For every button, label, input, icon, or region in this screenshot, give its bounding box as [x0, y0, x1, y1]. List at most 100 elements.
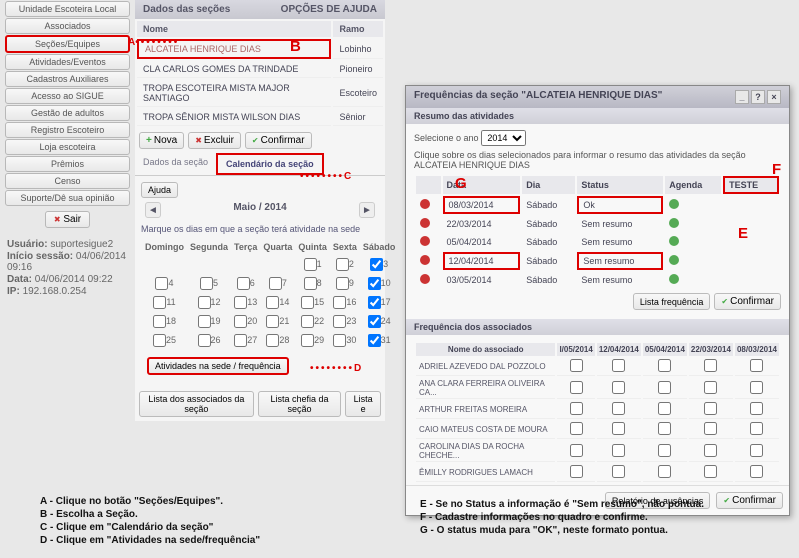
- freq-col[interactable]: 12/04/2014: [597, 343, 641, 356]
- attendance-checkbox[interactable]: [750, 402, 763, 415]
- calendar-day-checkbox[interactable]: [198, 334, 211, 347]
- freq-row[interactable]: CAIO MATEUS COSTA DE MOURA: [416, 421, 779, 439]
- calendar-day-checkbox[interactable]: [266, 334, 279, 347]
- freq-col[interactable]: 08/03/2014: [735, 343, 779, 356]
- freq-col[interactable]: 22/03/2014: [689, 343, 733, 356]
- help-button[interactable]: ?: [751, 90, 765, 104]
- table-row[interactable]: TROPA ESCOTEIRA MISTA MAJOR SANTIAGOEsco…: [137, 80, 383, 107]
- nav-associados[interactable]: Associados: [5, 18, 130, 34]
- calendar-day-checkbox[interactable]: [237, 277, 250, 290]
- nav-cadastros[interactable]: Cadastros Auxiliares: [5, 71, 130, 87]
- attendance-checkbox[interactable]: [750, 381, 763, 394]
- attendance-checkbox[interactable]: [658, 422, 671, 435]
- excluir-button[interactable]: Excluir: [188, 132, 241, 149]
- activity-row[interactable]: 22/03/2014SábadoSem resumo: [416, 216, 779, 232]
- calendar-day-checkbox[interactable]: [153, 334, 166, 347]
- lista-chefia-button[interactable]: Lista chefia da seção: [258, 391, 341, 417]
- calendar-day-checkbox[interactable]: [368, 334, 381, 347]
- confirmar-footer-button[interactable]: Confirmar: [716, 492, 783, 509]
- nav-suporte[interactable]: Suporte/Dê sua opinião: [5, 190, 130, 206]
- attendance-checkbox[interactable]: [750, 422, 763, 435]
- attendance-checkbox[interactable]: [612, 465, 625, 478]
- calendar-day-checkbox[interactable]: [200, 277, 213, 290]
- lista-frequencia-button[interactable]: Lista frequência: [633, 293, 711, 310]
- attendance-checkbox[interactable]: [612, 444, 625, 457]
- table-row[interactable]: TROPA SÊNIOR MISTA WILSON DIASSênior: [137, 109, 383, 126]
- calendar-day-checkbox[interactable]: [234, 315, 247, 328]
- nav-atividades[interactable]: Atividades/Eventos: [5, 54, 130, 70]
- table-row[interactable]: CLA CARLOS GOMES DA TRINDADEPioneiro: [137, 61, 383, 78]
- calendar-day-checkbox[interactable]: [333, 334, 346, 347]
- col-ramo[interactable]: Ramo: [333, 21, 383, 37]
- confirmar-dialog-button[interactable]: Confirmar: [714, 293, 781, 310]
- attendance-checkbox[interactable]: [704, 359, 717, 372]
- calendar-day-checkbox[interactable]: [153, 296, 166, 309]
- attendance-checkbox[interactable]: [570, 444, 583, 457]
- lista3-button[interactable]: Lista e: [345, 391, 381, 417]
- calendar-day-checkbox[interactable]: [368, 315, 381, 328]
- freq-col[interactable]: I/05/2014: [557, 343, 594, 356]
- attendance-checkbox[interactable]: [658, 444, 671, 457]
- nav-censo[interactable]: Censo: [5, 173, 130, 189]
- sair-button[interactable]: Sair: [45, 211, 90, 228]
- nav-loja[interactable]: Loja escoteira: [5, 139, 130, 155]
- calendar-day-checkbox[interactable]: [269, 277, 282, 290]
- attendance-checkbox[interactable]: [612, 359, 625, 372]
- calendar-day-checkbox[interactable]: [234, 334, 247, 347]
- attendance-checkbox[interactable]: [570, 422, 583, 435]
- attendance-checkbox[interactable]: [658, 381, 671, 394]
- attendance-checkbox[interactable]: [658, 359, 671, 372]
- freq-col[interactable]: 05/04/2014: [643, 343, 687, 356]
- freq-col[interactable]: Nome do associado: [416, 343, 555, 356]
- calendar-day-checkbox[interactable]: [266, 315, 279, 328]
- atividades-frequencia-button[interactable]: Atividades na sede / frequência: [147, 357, 289, 375]
- calendar-day-checkbox[interactable]: [336, 258, 349, 271]
- attendance-checkbox[interactable]: [750, 465, 763, 478]
- calendar-day-checkbox[interactable]: [333, 315, 346, 328]
- calendar-day-checkbox[interactable]: [234, 296, 247, 309]
- activity-row[interactable]: 12/04/2014SábadoSem resumo: [416, 252, 779, 270]
- tab-dados[interactable]: Dados da seção: [135, 153, 216, 175]
- freq-row[interactable]: ARTHUR FREITAS MOREIRA: [416, 401, 779, 419]
- nova-button[interactable]: Nova: [139, 132, 184, 149]
- freq-row[interactable]: ANA CLARA FERREIRA OLIVEIRA CA...: [416, 378, 779, 399]
- activity-row[interactable]: 08/03/2014SábadoOk: [416, 196, 779, 214]
- col-status[interactable]: Status: [577, 176, 663, 194]
- help-link[interactable]: OPÇÕES DE AJUDA: [281, 4, 377, 15]
- attendance-checkbox[interactable]: [570, 402, 583, 415]
- attendance-checkbox[interactable]: [704, 381, 717, 394]
- attendance-checkbox[interactable]: [704, 402, 717, 415]
- ajuda-button[interactable]: Ajuda: [141, 182, 178, 198]
- attendance-checkbox[interactable]: [612, 422, 625, 435]
- col-dia[interactable]: Dia: [522, 176, 575, 194]
- nav-unidade[interactable]: Unidade Escoteira Local: [5, 1, 130, 17]
- activity-row[interactable]: 03/05/2014SábadoSem resumo: [416, 272, 779, 288]
- lista-associados-button[interactable]: Lista dos associados da seção: [139, 391, 254, 417]
- attendance-checkbox[interactable]: [704, 444, 717, 457]
- col-teste[interactable]: TESTE: [723, 176, 779, 194]
- attendance-checkbox[interactable]: [704, 465, 717, 478]
- attendance-checkbox[interactable]: [612, 381, 625, 394]
- freq-row[interactable]: ÊMILLY RODRIGUES LAMACH: [416, 464, 779, 482]
- close-button[interactable]: ×: [767, 90, 781, 104]
- freq-row[interactable]: ADRIEL AZEVEDO DAL POZZOLO: [416, 358, 779, 376]
- calendar-day-checkbox[interactable]: [333, 296, 346, 309]
- confirmar-button[interactable]: Confirmar: [245, 132, 312, 149]
- calendar-day-checkbox[interactable]: [153, 315, 166, 328]
- calendar-day-checkbox[interactable]: [336, 277, 349, 290]
- calendar-day-checkbox[interactable]: [301, 296, 314, 309]
- nav-registro[interactable]: Registro Escoteiro: [5, 122, 130, 138]
- year-select[interactable]: 2014: [481, 130, 526, 146]
- col-agenda[interactable]: Agenda: [665, 176, 721, 194]
- prev-month-button[interactable]: ◄: [145, 202, 161, 218]
- attendance-checkbox[interactable]: [570, 465, 583, 478]
- calendar-day-checkbox[interactable]: [304, 258, 317, 271]
- calendar-day-checkbox[interactable]: [266, 296, 279, 309]
- nav-premios[interactable]: Prêmios: [5, 156, 130, 172]
- calendar-day-checkbox[interactable]: [368, 277, 381, 290]
- calendar-day-checkbox[interactable]: [155, 277, 168, 290]
- nav-acesso[interactable]: Acesso ao SIGUE: [5, 88, 130, 104]
- nav-gestao[interactable]: Gestão de adultos: [5, 105, 130, 121]
- next-month-button[interactable]: ►: [359, 202, 375, 218]
- calendar-day-checkbox[interactable]: [301, 334, 314, 347]
